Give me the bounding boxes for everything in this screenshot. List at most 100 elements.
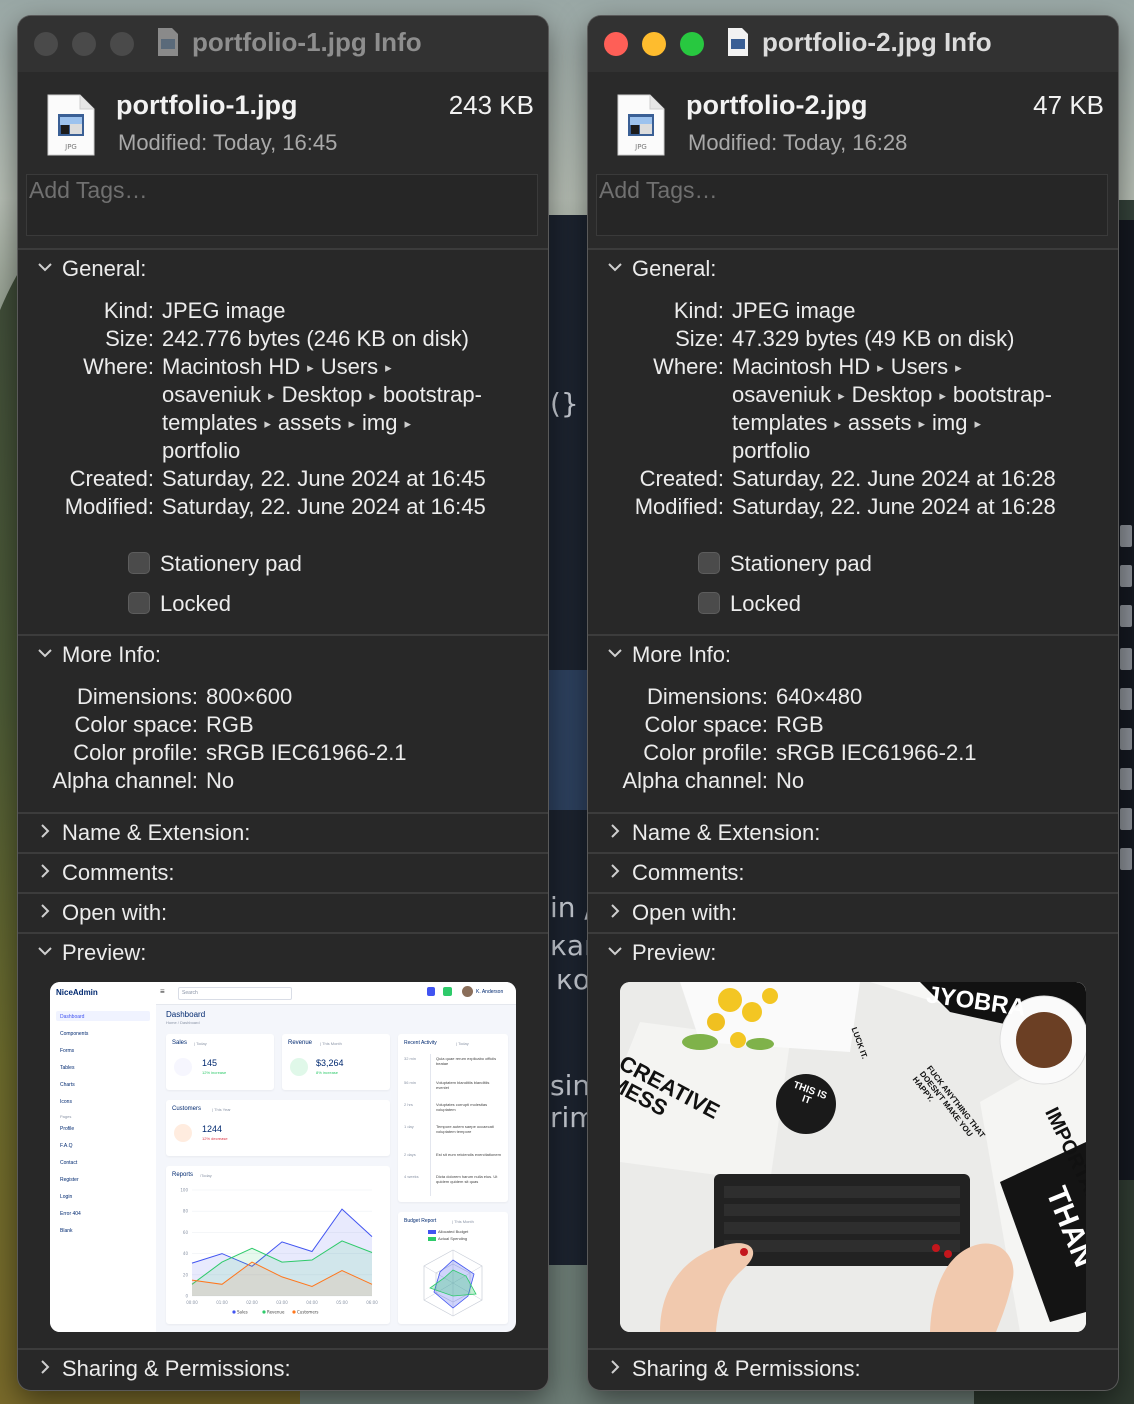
path-segment: Users xyxy=(890,354,949,379)
section-comments[interactable]: Comments: xyxy=(18,856,548,894)
path-segment: assets xyxy=(277,410,342,435)
dollar-icon xyxy=(290,1058,308,1076)
chevron-down-icon[interactable] xyxy=(36,258,54,276)
section-preview[interactable]: Preview: xyxy=(18,936,548,974)
card-note: 8% increase xyxy=(316,1070,339,1075)
divider xyxy=(18,812,548,814)
chevron-down-icon[interactable] xyxy=(606,644,624,662)
strip-thumb xyxy=(1120,648,1132,670)
stationery-pad-checkbox[interactable]: Stationery pad xyxy=(698,550,998,580)
sidebar-item: Login xyxy=(60,1194,73,1200)
chart-tick-label: 60 xyxy=(183,1230,189,1235)
section-open-with[interactable]: Open with: xyxy=(588,896,1118,934)
tags-input[interactable] xyxy=(599,177,1079,204)
info-window-portfolio-2[interactable]: portfolio-2.jpg Info JPG portfolio-2.jpg… xyxy=(588,16,1118,1390)
sidebar-item: Error 404 xyxy=(60,1211,81,1217)
file-size: 243 KB xyxy=(448,90,534,120)
where-path-line: osaveniuk ▸ Desktop ▸ bootstrap- xyxy=(162,382,482,408)
chevron-down-icon[interactable] xyxy=(36,942,54,960)
title-bar[interactable]: portfolio-1.jpg Info xyxy=(18,16,548,73)
created-value: Saturday, 22. June 2024 at 16:28 xyxy=(732,466,1056,491)
chevron-right-icon[interactable] xyxy=(36,862,54,880)
alpha-label: Alpha channel: xyxy=(52,768,198,793)
legend-swatch xyxy=(428,1230,436,1234)
chevron-right-icon[interactable] xyxy=(36,822,54,840)
section-general[interactable]: General: xyxy=(18,252,548,290)
zoom-button[interactable] xyxy=(110,32,134,56)
section-open-with[interactable]: Open with: xyxy=(18,896,548,934)
alpha-value: No xyxy=(206,768,235,793)
title-bar[interactable]: portfolio-2.jpg Info xyxy=(588,16,1118,73)
section-comments[interactable]: Comments: xyxy=(588,856,1118,894)
path-segment: Macintosh HD xyxy=(732,354,871,379)
section-name-extension[interactable]: Name & Extension: xyxy=(18,816,548,854)
reports-line-chart: 100 80 60 40 20 000:00 01:00 02:00 03:00 04:00 05:… xyxy=(180,1188,378,1315)
card-subtitle: /Today xyxy=(200,1173,212,1178)
card-subtitle: | Today xyxy=(194,1041,207,1046)
section-label: Name & Extension: xyxy=(632,820,821,845)
tags-field[interactable] xyxy=(596,174,1108,236)
size-row: Size: 47.329 bytes (49 KB on disk) xyxy=(588,326,1118,354)
minimize-button[interactable] xyxy=(642,32,666,56)
section-name-extension[interactable]: Name & Extension: xyxy=(588,816,1118,854)
section-sharing-permissions[interactable]: Sharing & Permissions: xyxy=(18,1352,548,1390)
chevron-down-icon[interactable] xyxy=(606,942,624,960)
section-more-info[interactable]: More Info: xyxy=(588,638,1118,676)
section-general[interactable]: General: xyxy=(588,252,1118,290)
close-button[interactable] xyxy=(604,32,628,56)
size-value: 47.329 bytes (49 KB on disk) xyxy=(732,326,1015,351)
revenue-card: Revenue | This Month $3,264 8% increase xyxy=(282,1034,390,1090)
checkbox[interactable] xyxy=(128,552,150,574)
chevron-right-icon[interactable] xyxy=(606,862,624,880)
path-segment: osaveniuk xyxy=(162,382,262,407)
locked-checkbox[interactable]: Locked xyxy=(128,590,428,620)
stationery-pad-checkbox[interactable]: Stationery pad xyxy=(128,550,428,580)
avatar xyxy=(462,986,473,997)
close-button[interactable] xyxy=(34,32,58,56)
chevron-right-icon[interactable] xyxy=(606,1358,624,1376)
info-window-portfolio-1[interactable]: portfolio-1.jpg Info JPG portfolio-1.jpg… xyxy=(18,16,548,1390)
tags-field[interactable] xyxy=(26,174,538,236)
divider xyxy=(18,852,548,854)
chart-tick-label: 06:00 xyxy=(366,1300,378,1305)
activity-text: Voluptatem blanditiis blanditiis eveniet xyxy=(436,1080,490,1090)
path-arrow-icon: ▸ xyxy=(955,360,962,375)
activity-text: Est sit eum reiciendis exercitationem xyxy=(436,1152,501,1157)
minimize-button[interactable] xyxy=(72,32,96,56)
checkbox-label: Locked xyxy=(730,591,801,616)
card-title: Recent Activity xyxy=(404,1040,437,1046)
jpg-document-icon: JPG xyxy=(47,94,95,156)
checkbox-label: Stationery pad xyxy=(730,551,872,576)
locked-checkbox[interactable]: Locked xyxy=(698,590,998,620)
checkbox[interactable] xyxy=(698,592,720,614)
path-arrow-icon: ▸ xyxy=(264,416,271,431)
created-label: Created: xyxy=(639,466,724,491)
dashboard-topbar: NiceAdmin ≡ Search K. Anderson xyxy=(50,982,516,1005)
card-subtitle: | This Month xyxy=(320,1041,342,1046)
kind-row: Kind: JPEG image xyxy=(18,298,548,326)
checkbox[interactable] xyxy=(128,592,150,614)
chevron-right-icon[interactable] xyxy=(36,1358,54,1376)
section-sharing-permissions[interactable]: Sharing & Permissions: xyxy=(588,1352,1118,1390)
section-label: Comments: xyxy=(632,860,745,885)
where-path-line: Macintosh HD ▸ Users ▸ xyxy=(162,354,399,380)
chevron-right-icon[interactable] xyxy=(36,902,54,920)
divider xyxy=(18,248,548,250)
path-arrow-icon: ▸ xyxy=(307,360,314,375)
strip-thumb xyxy=(1120,688,1132,710)
chevron-down-icon[interactable] xyxy=(606,258,624,276)
section-preview[interactable]: Preview: xyxy=(588,936,1118,974)
strip-thumb xyxy=(1120,808,1132,830)
strip-thumb xyxy=(1120,848,1132,870)
size-label: Size: xyxy=(105,326,154,351)
section-more-info[interactable]: More Info: xyxy=(18,638,548,676)
chevron-right-icon[interactable] xyxy=(606,902,624,920)
tags-input[interactable] xyxy=(29,177,509,204)
checkbox[interactable] xyxy=(698,552,720,574)
card-title: Reports xyxy=(172,1172,194,1178)
chevron-down-icon[interactable] xyxy=(36,644,54,662)
zoom-button[interactable] xyxy=(680,32,704,56)
chevron-right-icon[interactable] xyxy=(606,822,624,840)
divider xyxy=(588,634,1118,636)
chart-legend-label: Sales xyxy=(237,1310,248,1315)
